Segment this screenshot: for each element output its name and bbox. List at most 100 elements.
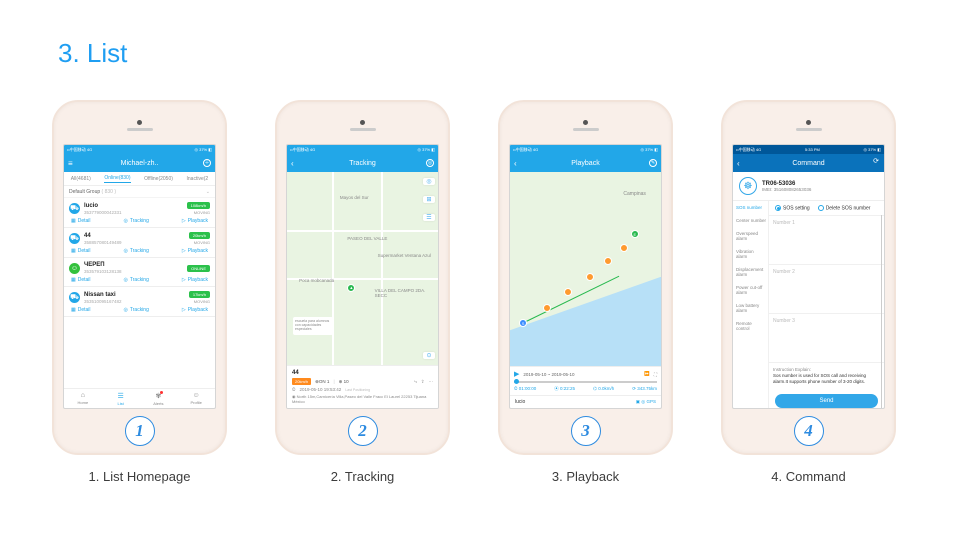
target-icon[interactable]: ◎ [426, 159, 434, 167]
playback-button[interactable]: ▷ Playback [182, 218, 208, 224]
number-field[interactable]: Number 2 [769, 264, 884, 313]
home-badge: 2 [348, 416, 378, 446]
detail-button[interactable]: ▦ Detail [71, 218, 91, 224]
scrollbar[interactable] [881, 215, 882, 408]
tracking-button[interactable]: ◎ Tracking [124, 218, 149, 224]
filter-tabs: All(4681) Online(830) Offline(2050) Inac… [64, 172, 215, 186]
tab-online[interactable]: Online(830) [104, 175, 130, 183]
number-field[interactable]: Number 1 [769, 215, 884, 264]
tracking-button[interactable]: ◎ Tracking [124, 277, 149, 283]
group-label: Default Group [69, 189, 100, 195]
map[interactable]: Campinas S E [510, 172, 661, 366]
tab-all[interactable]: All(4681) [71, 176, 91, 182]
list-item[interactable]: ⛟ Nissan taxi 353510095167482 17km/h MOV… [64, 287, 215, 317]
more-icon[interactable]: ⋯ [429, 379, 434, 385]
playback-button[interactable]: ▷ Playback [182, 277, 208, 283]
date-range: 2019-05-10 ~ 2019-05-10 [523, 372, 574, 377]
tab-alerts[interactable]: ✾Alerts [140, 389, 178, 408]
detail-button[interactable]: ▦ Detail [71, 307, 91, 313]
status-right: ◎ 37% ◧ [641, 147, 659, 152]
nav-icon[interactable]: ⤷ [414, 379, 417, 384]
item-name: 44 [84, 233, 185, 239]
header-bar: ‹ Tracking ◎ [287, 154, 438, 172]
phone-frame: ••中国移动 4G 5:33 PM ◎ 37% ◧ ‹ Command ⟳ ☸ … [721, 100, 896, 455]
map-control[interactable]: ⊙ [423, 352, 435, 359]
home-badge: 3 [571, 416, 601, 446]
phone-frame: ••中国移动 4G ◎ 37% ◧ Michael-zh.. ＋ ≡ All(4… [52, 100, 227, 455]
back-icon[interactable]: ‹ [291, 159, 294, 168]
tab-home[interactable]: ⌂Home [64, 389, 102, 408]
list-item[interactable]: ⛟ lucio 353779000042331 108km/h MOVING ▦… [64, 198, 215, 228]
map[interactable]: Mayos del Sur PASEO DEL VALLE Poca mobca… [287, 172, 438, 365]
steering-icon: ☸ [739, 177, 757, 195]
item-imei: 353579103128138 [84, 269, 183, 274]
map-label: VILLA DEL CAMPO 2DA. SECC [375, 288, 438, 298]
search-icon[interactable]: ＋ [203, 159, 211, 167]
instruction-text: Sos number is used for SOS call and rece… [773, 373, 880, 385]
send-button[interactable]: Send [775, 394, 878, 408]
map-control[interactable]: ◎ [423, 178, 435, 185]
radio-sos[interactable]: SOS setting [775, 205, 810, 211]
separator: | [333, 379, 334, 384]
route-pin [586, 273, 594, 281]
list-item[interactable]: ⛟ 44 358857080149489 20km/h MOVING ▦ Det… [64, 228, 215, 258]
playback-button[interactable]: ▷ Playback [182, 307, 208, 313]
detail-button[interactable]: ▦ Detail [71, 248, 91, 254]
sidebar-item[interactable]: SOS number [733, 201, 769, 214]
phone-frame: ••中国移动 4G ◎ 37% ◧ ‹ Tracking ◎ Mayos del… [275, 100, 450, 455]
sidebar-item[interactable]: Center number [733, 214, 769, 227]
tab-list[interactable]: ☰List [102, 389, 140, 408]
menu-icon[interactable]: ≡ [68, 159, 73, 168]
history-icon[interactable]: ⟳ [872, 159, 880, 167]
speed-icon[interactable]: ⏩ [644, 371, 650, 377]
sidebar-item[interactable]: Vibration alarm [733, 245, 769, 263]
sidebar-item[interactable]: Overspeed alarm [733, 227, 769, 245]
caption: 3. Playback [552, 469, 619, 484]
expand-icon[interactable]: ⛶ [654, 372, 657, 377]
sidebar-item[interactable]: Power cut-off alarm [733, 281, 769, 299]
calendar-icon[interactable]: ✎ [649, 159, 657, 167]
list-icon: ☰ [117, 392, 123, 400]
tab-offline[interactable]: Offline(2050) [144, 176, 173, 182]
play-icon[interactable]: ▶ [514, 370, 519, 378]
back-icon[interactable]: ‹ [737, 159, 740, 168]
item-imei: 358857080149489 [84, 240, 185, 245]
gps-label[interactable]: GPS [646, 399, 656, 404]
vehicle-pin[interactable]: ▲ [347, 284, 355, 292]
section-title: 3. List [58, 38, 127, 69]
list-item[interactable]: ☺ ЧЕРЕП 353579103128138 ONLINE ▦ Detail … [64, 258, 215, 287]
back-icon[interactable]: ‹ [514, 159, 517, 168]
timeline-slider[interactable] [514, 381, 657, 383]
tab-profile[interactable]: ☺Profile [177, 389, 215, 408]
sidebar-item[interactable]: Low battery alarm [733, 299, 769, 317]
map-label: Poca mobcanada [299, 278, 334, 283]
share-icon[interactable]: ⇪ [421, 379, 425, 385]
map-tooltip: escuela para alumnos con capacidades esp… [293, 317, 333, 335]
number-field[interactable]: Number 3 [769, 313, 884, 362]
group-row[interactable]: Default Group ( 830 ) ⌄ [64, 186, 215, 198]
status-bar: ••中国移动 4G 5:33 PM ◎ 37% ◧ [733, 145, 884, 154]
phone-3: ••中国移动 4G ◎ 37% ◧ ‹ Playback ✎ Campinas … [498, 100, 673, 484]
screen-tracking: ••中国移动 4G ◎ 37% ◧ ‹ Tracking ◎ Mayos del… [286, 144, 439, 409]
layers-icon[interactable]: ▣ [636, 399, 640, 404]
status-left: ••中国移动 4G [513, 147, 538, 153]
header-bar: ‹ Playback ✎ [510, 154, 661, 172]
tracking-button[interactable]: ◎ Tracking [124, 307, 149, 313]
radio-row: SOS setting Delete SOS number [769, 201, 884, 215]
caption: 1. List Homepage [89, 469, 191, 484]
map-control[interactable]: ☰ [423, 214, 435, 221]
radio-delete[interactable]: Delete SOS number [818, 205, 871, 211]
tracking-button[interactable]: ◎ Tracking [124, 248, 149, 254]
tab-inactive[interactable]: Inactive(2 [187, 176, 209, 182]
timestamp: 2019-05-10 19:53:42 [300, 387, 342, 392]
route-pin [564, 288, 572, 296]
item-sub: MOVING [189, 299, 210, 304]
stat-mileage: 343.75km [637, 386, 657, 391]
detail-button[interactable]: ▦ Detail [71, 277, 91, 283]
sidebar-item[interactable]: Remote control [733, 317, 769, 335]
sidebar-item[interactable]: Displacement alarm [733, 263, 769, 281]
map-control[interactable]: ⊞ [423, 196, 435, 203]
stat-start: 01:00:00 [519, 386, 537, 391]
playback-button[interactable]: ▷ Playback [182, 248, 208, 254]
device-imei: 351608082653036 [774, 187, 812, 192]
